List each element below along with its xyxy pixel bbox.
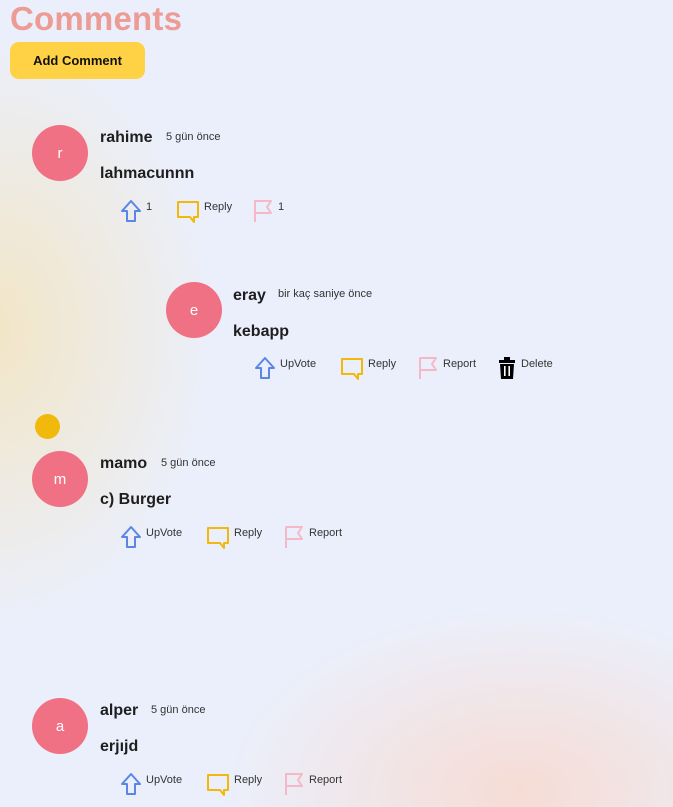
comment-time: bir kaç saniye önce <box>278 288 373 300</box>
arrow-up-icon <box>255 357 275 379</box>
upvote-label: UpVote <box>280 358 317 370</box>
comment-item: a alper 5 gün önce erjıjd UpVote Reply R… <box>32 698 432 807</box>
report-label: Report <box>309 774 343 786</box>
speech-bubble-icon <box>177 201 199 223</box>
comment-author: alper <box>100 702 139 719</box>
reply-label: Reply <box>368 358 397 370</box>
report-count: 1 <box>278 201 285 213</box>
speech-bubble-icon <box>207 527 229 549</box>
arrow-up-icon <box>121 200 141 222</box>
avatar: r <box>32 125 88 181</box>
report-button[interactable]: Report <box>283 525 342 549</box>
upvote-button[interactable]: UpVote <box>254 356 316 380</box>
reply-label: Reply <box>234 774 263 786</box>
reply-label: Reply <box>234 527 263 539</box>
comment-text: kebapp <box>233 323 290 340</box>
report-label: Report <box>309 527 343 539</box>
avatar: m <box>32 451 88 507</box>
speech-bubble-icon <box>341 358 363 380</box>
flag-icon <box>254 200 272 222</box>
comment-text: erjıjd <box>100 738 139 755</box>
avatar: a <box>32 698 88 754</box>
reply-label: Reply <box>204 201 233 213</box>
upvote-button[interactable]: UpVote <box>120 772 182 796</box>
flag-icon <box>285 773 303 795</box>
comment-item: m mamo 5 gün önce c) Burger UpVote Reply… <box>32 451 432 561</box>
upvote-label: UpVote <box>146 527 183 539</box>
reply-button[interactable]: Reply <box>206 772 262 796</box>
upvote-button[interactable]: 1 <box>120 199 152 223</box>
trash-icon <box>499 357 515 379</box>
upvote-button[interactable]: UpVote <box>120 525 182 549</box>
arrow-up-icon <box>121 773 141 795</box>
comment-author: eray <box>233 287 266 304</box>
arrow-up-icon <box>121 526 141 548</box>
reply-button[interactable]: Reply <box>176 199 232 223</box>
flag-icon <box>419 357 437 379</box>
comment-reply-item: e eray bir kaç saniye önce kebapp UpVote… <box>166 282 586 392</box>
report-button[interactable]: 1 <box>252 199 284 223</box>
upvote-label: UpVote <box>146 774 183 786</box>
comment-author: mamo <box>100 455 148 472</box>
report-button[interactable]: Report <box>417 356 476 380</box>
page-title: Comments <box>10 0 183 37</box>
flag-icon <box>285 526 303 548</box>
comment-author: rahime <box>100 129 153 146</box>
delete-label: Delete <box>521 358 553 370</box>
comment-item: r rahime 5 gün önce lahmacunnn 1 Reply 1 <box>32 125 432 235</box>
status-dot <box>35 414 60 439</box>
reply-button[interactable]: Reply <box>206 525 262 549</box>
comment-text: c) Burger <box>100 491 172 508</box>
avatar: e <box>166 282 222 338</box>
comment-time: 5 gün önce <box>151 704 206 716</box>
upvote-count: 1 <box>146 201 153 213</box>
comment-time: 5 gün önce <box>166 131 221 143</box>
report-button[interactable]: Report <box>283 772 342 796</box>
reply-button[interactable]: Reply <box>340 356 396 380</box>
speech-bubble-icon <box>207 774 229 796</box>
comment-time: 5 gün önce <box>161 457 216 469</box>
add-comment-button[interactable]: Add Comment <box>10 42 145 79</box>
delete-button[interactable]: Delete <box>497 356 553 380</box>
comment-text: lahmacunnn <box>100 165 195 182</box>
report-label: Report <box>443 358 477 370</box>
